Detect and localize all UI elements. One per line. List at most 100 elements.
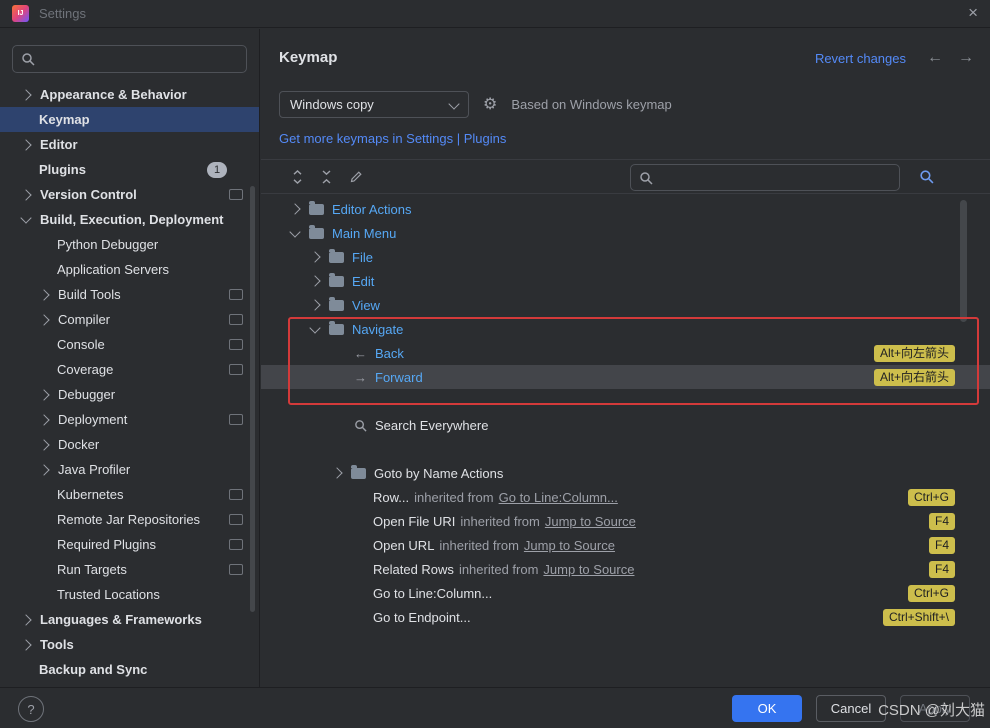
sidebar-item-appearance-behavior[interactable]: Appearance & Behavior <box>0 82 259 107</box>
tree-row-forward[interactable]: → Forward Alt+向右箭头 <box>261 365 990 389</box>
sidebar-item-python-debugger[interactable]: Python Debugger <box>0 232 259 257</box>
sidebar-item-console[interactable]: Console <box>0 332 259 357</box>
chevron-down-icon[interactable] <box>20 212 31 223</box>
tree-row-goto-by-name-actions[interactable]: Goto by Name Actions <box>261 461 990 485</box>
chevron-right-icon[interactable] <box>20 189 31 200</box>
search-icon <box>21 52 35 66</box>
actions-search-input[interactable] <box>659 169 891 186</box>
sidebar-item-debugger[interactable]: Debugger <box>0 382 259 407</box>
chevron-placeholder <box>22 666 29 673</box>
chevron-right-icon[interactable] <box>20 639 31 650</box>
chevron-right-icon[interactable] <box>20 614 31 625</box>
edit-shortcut-icon[interactable] <box>349 170 363 184</box>
tree-scrollbar[interactable] <box>960 200 967 322</box>
folder-icon <box>351 468 366 479</box>
sidebar-item-keymap[interactable]: Keymap <box>0 107 259 132</box>
tree-row-open-file-uri[interactable]: Open File URI inherited from Jump to Sou… <box>261 509 990 533</box>
settings-search-input[interactable] <box>41 51 238 68</box>
sidebar-item-backup-and-sync[interactable]: Backup and Sync <box>0 657 259 682</box>
chevron-right-icon[interactable] <box>289 203 300 214</box>
monitor-icon <box>229 539 243 550</box>
sidebar-item-build-tools[interactable]: Build Tools <box>0 282 259 307</box>
monitor-icon <box>229 339 243 350</box>
inherited-action-link[interactable]: Jump to Source <box>524 538 615 553</box>
tree-row-file[interactable]: File <box>261 245 990 269</box>
tree-row-navigate[interactable]: Navigate <box>261 317 990 341</box>
sidebar-item-deployment[interactable]: Deployment <box>0 407 259 432</box>
chevron-right-icon[interactable] <box>38 289 49 300</box>
monitor-icon <box>229 489 243 500</box>
sidebar-item-compiler[interactable]: Compiler <box>0 307 259 332</box>
help-button[interactable]: ? <box>18 696 44 722</box>
chevron-placeholder <box>40 591 47 598</box>
sidebar-item-languages-frameworks[interactable]: Languages & Frameworks <box>0 607 259 632</box>
get-more-keymaps-link[interactable]: Get more keymaps in Settings | Plugins <box>279 131 506 146</box>
chevron-right-icon[interactable] <box>309 299 320 310</box>
close-icon[interactable]: × <box>968 3 978 23</box>
title-bar: IJ Settings × <box>0 0 990 28</box>
chevron-right-icon[interactable] <box>309 275 320 286</box>
tree-row-go-to-line-column[interactable]: Go to Line:Column... Ctrl+G <box>261 581 990 605</box>
sidebar-item-java-profiler[interactable]: Java Profiler <box>0 457 259 482</box>
sidebar-item-tools[interactable]: Tools <box>0 632 259 657</box>
folder-icon <box>309 228 324 239</box>
tree-row-edit[interactable]: Edit <box>261 269 990 293</box>
chevron-right-icon[interactable] <box>38 414 49 425</box>
tree-row-open-url[interactable]: Open URL inherited from Jump to Source F… <box>261 533 990 557</box>
chevron-right-icon[interactable] <box>331 467 342 478</box>
tree-row-editor-actions[interactable]: Editor Actions <box>261 197 990 221</box>
tree-row-search-everywhere[interactable]: Search Everywhere <box>261 413 990 437</box>
forward-arrow-icon[interactable]: → <box>958 49 974 67</box>
sidebar-item-docker[interactable]: Docker <box>0 432 259 457</box>
revert-changes-link[interactable]: Revert changes <box>815 51 906 66</box>
folder-icon <box>329 300 344 311</box>
settings-search-box[interactable] <box>12 45 247 73</box>
find-actions-by-shortcut-icon[interactable] <box>919 169 934 187</box>
tree-row-main-menu[interactable]: Main Menu <box>261 221 990 245</box>
sidebar-item-kubernetes[interactable]: Kubernetes <box>0 482 259 507</box>
tree-row-related-rows[interactable]: Related Rows inherited from Jump to Sour… <box>261 557 990 581</box>
chevron-down-icon[interactable] <box>309 322 320 333</box>
back-arrow-icon[interactable]: ← <box>927 49 943 67</box>
sidebar-item-coverage[interactable]: Coverage <box>0 357 259 382</box>
chevron-right-icon[interactable] <box>38 389 49 400</box>
chevron-right-icon[interactable] <box>38 439 49 450</box>
tree-row-row[interactable]: Row... inherited from Go to Line:Column.… <box>261 485 990 509</box>
actions-search-box[interactable] <box>630 164 900 191</box>
gear-icon[interactable]: ⚙ <box>483 97 497 113</box>
sidebar-item-build-execution-deployment[interactable]: Build, Execution, Deployment <box>0 207 259 232</box>
inherited-action-link[interactable]: Go to Line:Column... <box>499 490 618 505</box>
chevron-placeholder <box>40 341 47 348</box>
sidebar-item-editor[interactable]: Editor <box>0 132 259 157</box>
chevron-right-icon[interactable] <box>38 464 49 475</box>
expand-all-icon[interactable] <box>291 170 304 184</box>
sidebar-item-plugins[interactable]: Plugins 1 <box>0 157 259 182</box>
chevron-placeholder <box>22 116 29 123</box>
inherited-action-link[interactable]: Jump to Source <box>545 514 636 529</box>
sidebar-item-application-servers[interactable]: Application Servers <box>0 257 259 282</box>
tree-row-back[interactable]: ← Back Alt+向左箭头 <box>261 341 990 365</box>
watermark: CSDN @刘大猫 <box>878 699 985 720</box>
cancel-button[interactable]: Cancel <box>816 695 886 722</box>
monitor-icon <box>229 314 243 325</box>
sidebar-item-trusted-locations[interactable]: Trusted Locations <box>0 582 259 607</box>
sidebar-item-version-control[interactable]: Version Control <box>0 182 259 207</box>
shortcut-badge: Alt+向左箭头 <box>874 345 955 362</box>
ok-button[interactable]: OK <box>732 695 802 722</box>
chevron-right-icon[interactable] <box>38 314 49 325</box>
sidebar-item-required-plugins[interactable]: Required Plugins <box>0 532 259 557</box>
collapse-all-icon[interactable] <box>320 170 333 184</box>
chevron-right-icon[interactable] <box>309 251 320 262</box>
tree-row-view[interactable]: View <box>261 293 990 317</box>
chevron-right-icon[interactable] <box>20 139 31 150</box>
dialog-footer: ? OK Cancel Apply <box>0 687 990 728</box>
chevron-down-icon[interactable] <box>289 226 300 237</box>
tree-row-go-to-endpoint[interactable]: Go to Endpoint... Ctrl+Shift+\ <box>261 605 990 629</box>
sidebar-item-run-targets[interactable]: Run Targets <box>0 557 259 582</box>
sidebar-scrollbar[interactable] <box>250 186 255 612</box>
inherited-action-link[interactable]: Jump to Source <box>543 562 634 577</box>
chevron-right-icon[interactable] <box>20 89 31 100</box>
folder-icon <box>329 324 344 335</box>
sidebar-item-remote-jar-repositories[interactable]: Remote Jar Repositories <box>0 507 259 532</box>
keymap-scheme-dropdown[interactable]: Windows copy <box>279 91 469 118</box>
